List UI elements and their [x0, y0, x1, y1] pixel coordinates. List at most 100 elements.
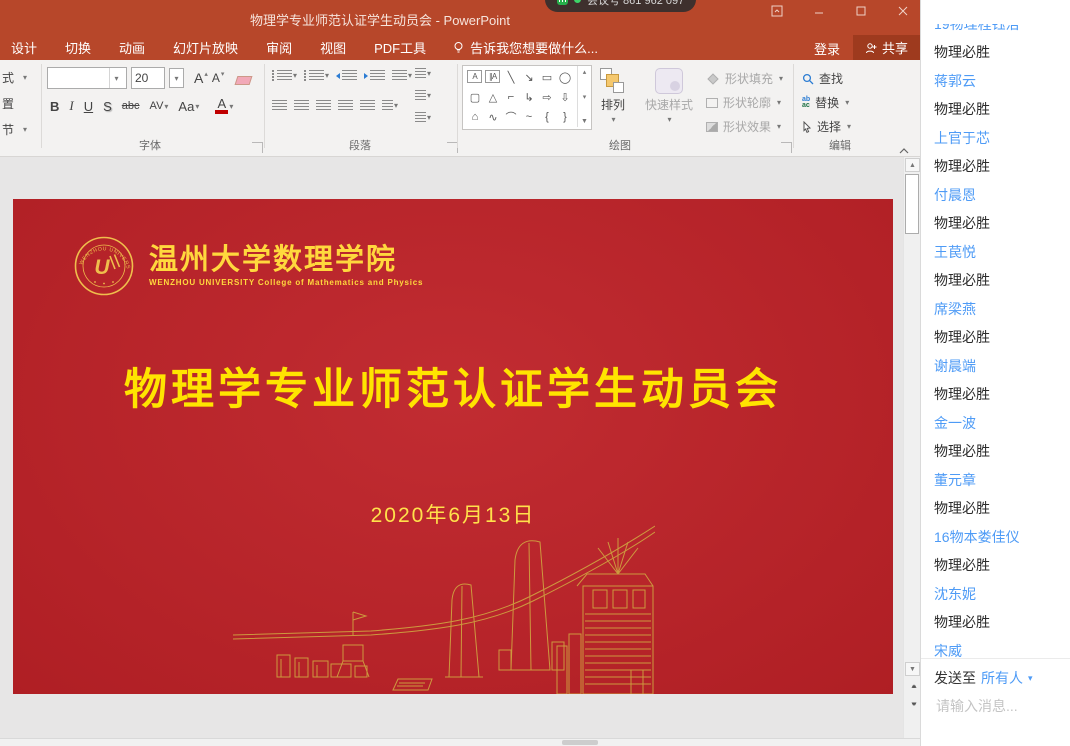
align-right-button[interactable] — [316, 100, 331, 111]
ribbon-tab[interactable]: 审阅 — [265, 38, 293, 57]
next-slide-button[interactable]: ▾▾ — [906, 697, 920, 712]
slide-canvas[interactable]: WENZHOU UNIVERSITY U 温州大学数理学院 WENZHOU UN… — [13, 199, 893, 694]
increase-indent-button[interactable] — [370, 70, 385, 81]
shape-icon[interactable]: ◯ — [556, 67, 574, 87]
align-left-button[interactable] — [272, 100, 287, 111]
close-button[interactable] — [896, 4, 910, 18]
distribute-button[interactable] — [360, 100, 375, 111]
slide-horizontal-scrollbar[interactable] — [0, 738, 920, 746]
ribbon-tab[interactable]: 视图 — [319, 38, 347, 57]
scroll-down-button[interactable]: ▼ — [905, 662, 920, 676]
sign-in-button[interactable]: 登录 — [814, 39, 840, 58]
shrink-font-button[interactable]: A▾ — [212, 71, 225, 85]
chevron-down-icon[interactable]: ▾ — [1028, 673, 1033, 684]
text-shadow-button[interactable]: S — [103, 99, 112, 114]
ribbon-display-options-button[interactable] — [770, 4, 784, 18]
shape-icon[interactable]: } — [556, 107, 574, 127]
slide-vertical-scrollbar[interactable]: ▲ ▼ ▴▴ ▾▾ — [903, 157, 920, 738]
shape-icon[interactable]: ⌂ — [466, 107, 484, 127]
select-button[interactable]: 选择 ▾ — [802, 118, 851, 135]
chat-message-input[interactable] — [934, 697, 1058, 715]
send-to-selector[interactable]: 所有人 — [981, 668, 1023, 688]
shape-icon[interactable]: △ — [484, 87, 502, 107]
shape-icon[interactable]: ∿ — [484, 107, 502, 127]
previous-slide-button[interactable]: ▴▴ — [906, 679, 920, 694]
shape-icon[interactable]: A — [467, 70, 482, 83]
scroll-up-button[interactable]: ▲ — [905, 158, 920, 172]
shape-icon[interactable]: ▢ — [466, 87, 484, 107]
shape-icon[interactable]: ⌐ — [502, 87, 520, 107]
drawing-dialog-launcher[interactable] — [781, 142, 792, 153]
university-logo[interactable]: WENZHOU UNIVERSITY U 温州大学数理学院 WENZHOU UN… — [73, 235, 423, 297]
find-button[interactable]: 查找 — [802, 70, 843, 87]
character-spacing-button[interactable]: AV▾ — [150, 100, 169, 112]
shape-effects-button[interactable]: 形状效果▾ — [706, 118, 781, 135]
scroll-down-icon[interactable]: ▾ — [583, 93, 587, 101]
align-center-button[interactable] — [294, 100, 309, 111]
ribbon-tab[interactable]: 切换 — [64, 38, 92, 57]
underline-button[interactable]: U — [84, 99, 93, 114]
shape-outline-button[interactable]: 形状轮廓▾ — [706, 94, 781, 111]
grow-font-button[interactable]: A▴ — [194, 70, 208, 86]
font-size-dropdown[interactable]: ▾ — [169, 68, 184, 88]
tell-me-search[interactable]: 告诉我您想要做什么... — [453, 38, 598, 57]
clear-formatting-button[interactable] — [236, 72, 251, 85]
minimize-button[interactable] — [812, 4, 826, 18]
layout-button-partial[interactable]: 式▾ — [2, 69, 27, 86]
shape-fill-button[interactable]: 形状填充▾ — [706, 70, 783, 87]
arrange-button[interactable]: 排列 ▾ — [600, 68, 626, 124]
chevron-down-icon[interactable]: ▾ — [109, 68, 123, 88]
ribbon-tab[interactable]: 幻灯片放映 — [172, 38, 239, 57]
ribbon-tab[interactable]: PDF工具 — [373, 38, 427, 57]
shape-icon[interactable]: ⌒ — [502, 107, 520, 127]
align-text-button[interactable]: ▾ — [415, 90, 431, 101]
change-case-button[interactable]: Aa▾ — [178, 99, 199, 114]
font-size-combobox[interactable]: 20 — [131, 67, 165, 89]
shape-icon[interactable]: ↘ — [520, 67, 538, 87]
shape-icon[interactable]: ╲ — [502, 67, 520, 87]
quick-styles-button[interactable]: 快速样式 ▾ — [645, 68, 693, 124]
shape-icon[interactable]: { — [538, 107, 556, 127]
share-button[interactable]: 共享 — [853, 35, 920, 60]
shape-icon[interactable]: ▭ — [538, 67, 556, 87]
shapes-gallery-scrollbar[interactable]: ▴ ▾ ▼ — [577, 66, 591, 127]
shape-icon[interactable]: ⇨ — [538, 87, 556, 107]
font-name-combobox[interactable]: ▾ — [47, 67, 127, 89]
line-spacing-button[interactable]: ▾ — [392, 70, 412, 81]
ribbon-tab[interactable]: 动画 — [118, 38, 146, 57]
campus-line-art[interactable] — [225, 514, 655, 694]
bullets-button[interactable]: ▾ — [272, 70, 297, 81]
scrollbar-thumb[interactable] — [905, 174, 919, 234]
replace-button[interactable]: ab ac 替换 ▾ — [802, 94, 849, 111]
title-bar: 物理学专业师范认证学生动员会 - PowerPoint 会议号 861 962 … — [0, 0, 920, 35]
cursor-arrow-icon — [802, 121, 812, 133]
chat-message-list[interactable]: 19物理程钰洁 物理必胜 蒋郭云 物理必胜 上官于芯 物理必胜 付晨恩 物理必胜… — [934, 24, 1066, 659]
ribbon-tab[interactable]: 设计 — [10, 38, 38, 57]
convert-to-smartart-button[interactable]: ▾ — [415, 112, 431, 123]
italic-button[interactable]: I — [69, 98, 73, 114]
font-dialog-launcher[interactable] — [252, 142, 263, 153]
decrease-indent-button[interactable] — [342, 70, 357, 81]
shape-icon[interactable]: ⇩ — [556, 87, 574, 107]
gallery-more-icon[interactable]: ▼ — [581, 118, 588, 125]
bullets-icon — [277, 70, 292, 81]
shape-icon[interactable]: ∥A — [485, 70, 500, 83]
bold-button[interactable]: B — [50, 99, 59, 114]
slide-title-text[interactable]: 物理学专业师范认证学生动员会 — [13, 355, 893, 417]
columns-button[interactable]: ▾ — [382, 100, 398, 111]
strikethrough-button[interactable]: abc — [122, 100, 140, 112]
font-color-button[interactable]: A ▾ — [215, 99, 233, 114]
shape-icon[interactable]: ↳ — [520, 87, 538, 107]
scrollbar-thumb[interactable] — [562, 740, 598, 745]
scroll-up-icon[interactable]: ▴ — [583, 68, 587, 76]
shape-icon[interactable]: ~ — [520, 107, 538, 127]
collapse-ribbon-button[interactable] — [898, 144, 910, 152]
meeting-id-badge[interactable]: 会议号 861 962 097 — [545, 0, 696, 12]
justify-button[interactable] — [338, 100, 353, 111]
reset-button-partial[interactable]: 置 — [2, 95, 14, 112]
numbering-button[interactable]: ▾ — [304, 70, 329, 81]
text-direction-button[interactable]: ▾ — [415, 68, 431, 79]
section-button-partial[interactable]: 节▾ — [2, 121, 27, 138]
chat-message: 上官于芯 物理必胜 — [934, 130, 1066, 174]
maximize-button[interactable] — [854, 4, 868, 18]
